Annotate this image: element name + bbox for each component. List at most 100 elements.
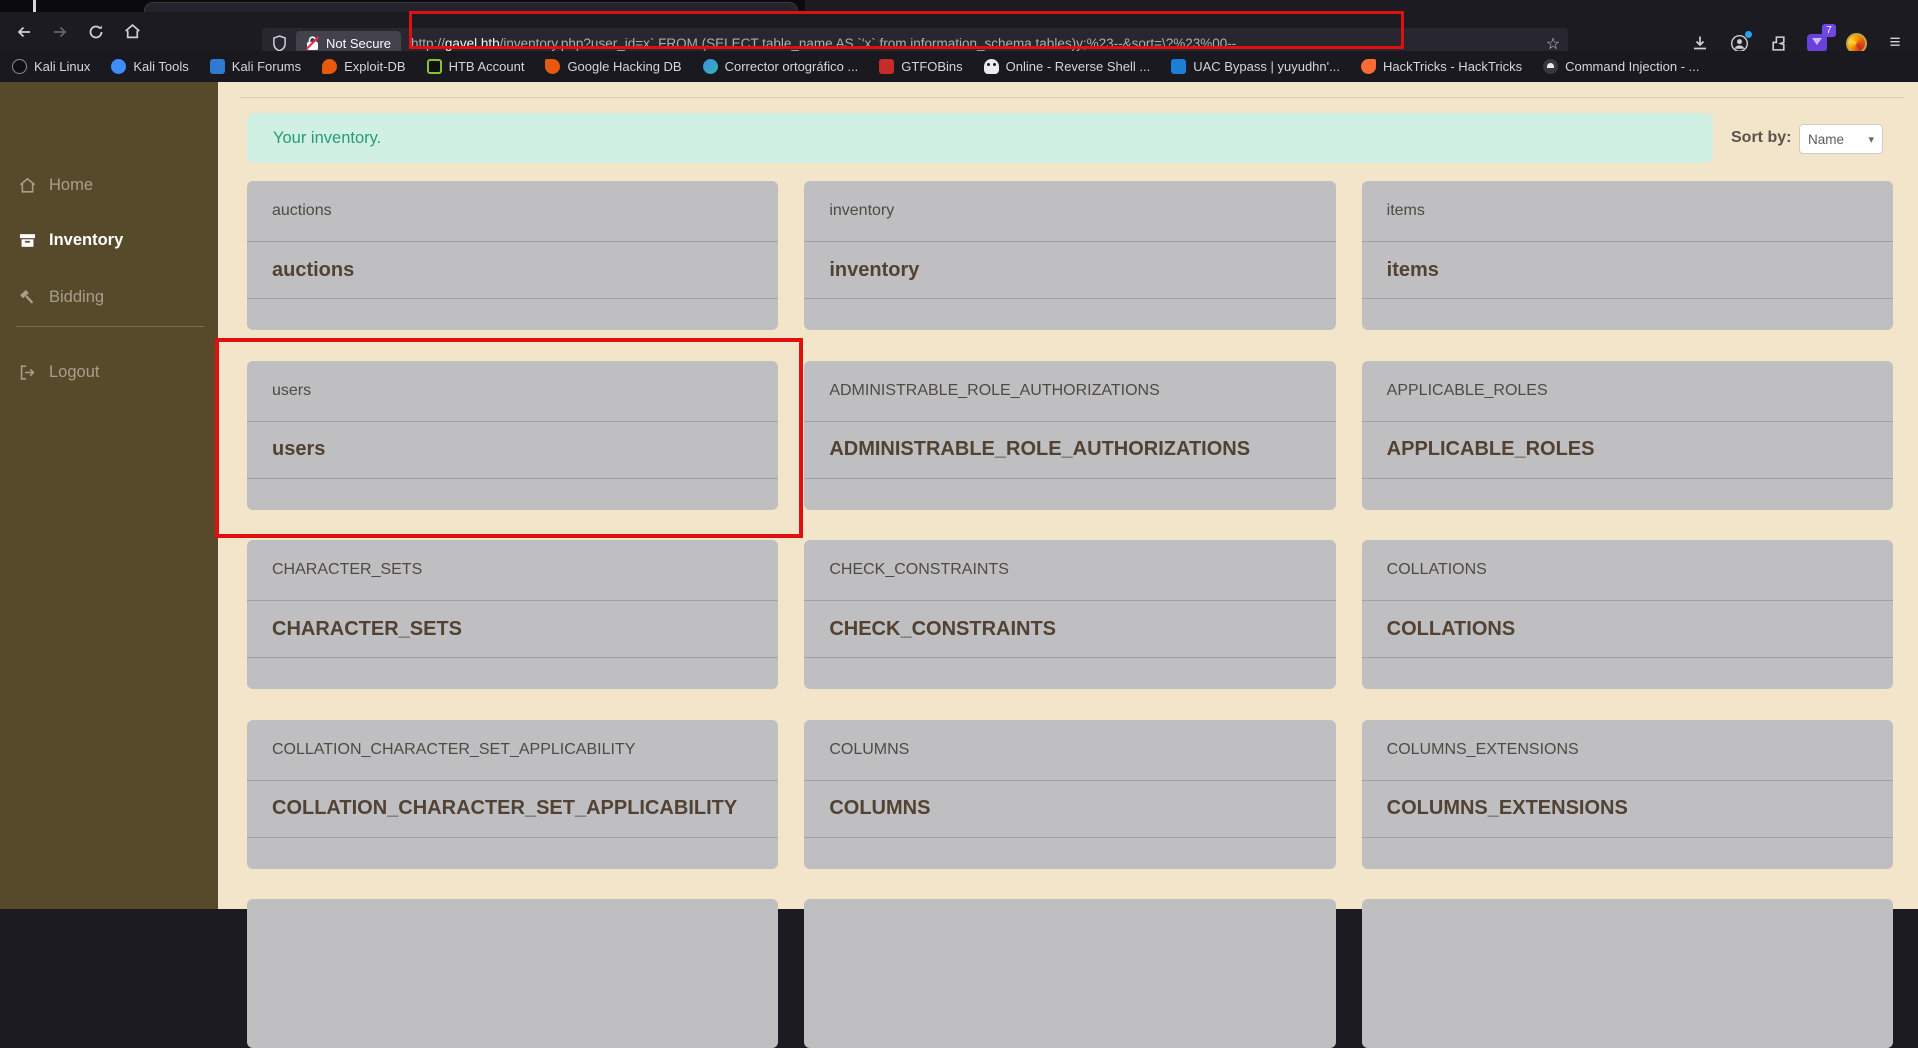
navbar-border [240, 97, 1904, 98]
card-footer [247, 838, 778, 869]
card-title: items [1361, 242, 1893, 299]
card-footer [804, 479, 1335, 510]
languagetool-icon [702, 59, 718, 74]
forward-icon [54, 26, 67, 37]
hacktricks-icon [1360, 59, 1376, 74]
card-title: auctions [247, 242, 779, 299]
bookmark-google-hacking-db[interactable]: Google Hacking DB [545, 59, 682, 74]
card-header-label: COLLATIONS [1361, 540, 1893, 601]
bookmark-htb-account[interactable]: HTB Account [426, 59, 525, 74]
card-title: COLUMNS [804, 781, 1336, 838]
table-card-partial[interactable] [1361, 899, 1893, 1048]
card-title: COLLATIONS [1361, 601, 1893, 658]
table-card-check-constraints[interactable]: CHECK_CONSTRAINTS CHECK_CONSTRAINTS [804, 540, 1336, 689]
card-footer [1362, 838, 1893, 869]
bookmark-command-injection[interactable]: Command Injection - ... [1543, 59, 1699, 74]
star-icon: ☆ [1545, 35, 1561, 53]
table-card-administrable-role-authorizations[interactable]: ADMINISTRABLE_ROLE_AUTHORIZATIONS ADMINI… [804, 360, 1336, 510]
sidebar-item-label: Inventory [49, 231, 124, 249]
bookmark-label: Google Hacking DB [567, 59, 682, 74]
card-title: COLUMNS_EXTENSIONS [1361, 781, 1893, 838]
card-header-label: COLUMNS_EXTENSIONS [1361, 720, 1893, 781]
card-header-label: COLLATION_CHARACTER_SET_APPLICABILITY [247, 720, 779, 781]
sidebar-item-logout[interactable]: Logout [18, 363, 99, 382]
inventory-box-icon [19, 234, 36, 247]
table-card-auctions[interactable]: auctions auctions [247, 181, 779, 330]
bookmark-reverse-shell[interactable]: Online - Reverse Shell ... [983, 59, 1151, 74]
chevron-down-icon: ▾ [1868, 133, 1874, 146]
card-title: APPLICABLE_ROLES [1361, 422, 1893, 479]
kali-linux-icon [12, 59, 27, 74]
card-title: COLLATION_CHARACTER_SET_APPLICABILITY [247, 781, 779, 838]
google-hacking-db-icon [545, 59, 561, 74]
uac-bypass-icon [1171, 59, 1187, 74]
bookmark-label: GTFOBins [901, 59, 963, 74]
bookmark-kali-tools[interactable]: Kali Tools [111, 59, 189, 74]
bookmark-label: Command Injection - ... [1565, 59, 1700, 74]
bookmark-label: HackTricks - HackTricks [1382, 59, 1523, 74]
table-card-items[interactable]: items items [1361, 181, 1893, 330]
home-button[interactable] [116, 17, 148, 47]
table-card-inventory[interactable]: inventory inventory [804, 181, 1336, 330]
skull-icon [1543, 59, 1559, 74]
sidebar-item-label: Bidding [49, 288, 105, 306]
card-header-label: APPLICABLE_ROLES [1361, 361, 1893, 422]
home-icon [124, 24, 140, 39]
card-footer [804, 299, 1335, 330]
table-card-columns[interactable]: COLUMNS COLUMNS [804, 719, 1336, 869]
htb-cube-icon [426, 59, 442, 74]
bookmark-exploit-db[interactable]: Exploit-DB [322, 59, 406, 74]
sidebar-divider [16, 326, 204, 327]
table-card-columns-extensions[interactable]: COLUMNS_EXTENSIONS COLUMNS_EXTENSIONS [1361, 719, 1893, 869]
inventory-alert: Your inventory. [247, 113, 1713, 163]
kali-tools-icon [111, 59, 127, 74]
sidebar-item-label: Logout [49, 363, 100, 381]
bookmark-kali-linux[interactable]: Kali Linux [12, 59, 90, 74]
exploit-db-icon [322, 59, 338, 74]
bookmark-label: Corrector ortográfico ... [724, 59, 859, 74]
bookmark-label: Exploit-DB [344, 59, 406, 74]
table-card-character-sets[interactable]: CHARACTER_SETS CHARACTER_SETS [247, 540, 779, 689]
table-card-partial[interactable] [247, 899, 779, 1048]
bookmark-hacktricks[interactable]: HackTricks - HackTricks [1360, 59, 1523, 74]
bookmark-gtfobins[interactable]: GTFOBins [879, 59, 963, 74]
bookmark-label: Kali Forums [231, 59, 302, 74]
sidebar-item-bidding[interactable]: Bidding [18, 288, 104, 307]
kali-forums-icon [209, 59, 225, 74]
table-card-collation-character-set-applicability[interactable]: COLLATION_CHARACTER_SET_APPLICABILITY CO… [247, 719, 779, 869]
table-card-partial[interactable] [804, 899, 1336, 1048]
card-footer [1362, 299, 1893, 330]
bookmark-kali-forums[interactable]: Kali Forums [209, 59, 302, 74]
account-notification-dot [1745, 31, 1752, 38]
back-button[interactable] [8, 17, 40, 47]
home-nav-icon [19, 177, 36, 193]
tab-edge-sliver [33, 0, 36, 12]
alert-text: Your inventory. [273, 129, 382, 147]
download-icon [1694, 36, 1706, 50]
bookmark-label: Online - Reverse Shell ... [1005, 59, 1151, 74]
card-title: CHARACTER_SETS [247, 601, 779, 658]
nav-button-group [8, 17, 148, 47]
card-header-label: ADMINISTRABLE_ROLE_AUTHORIZATIONS [804, 361, 1336, 422]
sidebar-item-inventory[interactable]: Inventory [18, 231, 123, 250]
users-card-annotation-box [215, 338, 803, 538]
bookmark-label: HTB Account [448, 59, 525, 74]
table-cards-grid: auctions auctions inventory inventory it… [247, 181, 1893, 1048]
table-card-applicable-roles[interactable]: APPLICABLE_ROLES APPLICABLE_ROLES [1361, 360, 1893, 510]
forward-button[interactable] [44, 17, 76, 47]
card-footer [247, 658, 778, 689]
bookmark-label: UAC Bypass | yuyudhn'... [1193, 59, 1340, 74]
bookmark-corrector[interactable]: Corrector ortográfico ... [702, 59, 859, 74]
shield-icon [272, 35, 286, 52]
tracking-protection-button[interactable] [262, 35, 296, 52]
bookmark-label: Kali Tools [133, 59, 189, 74]
sort-by-label: Sort by: [1731, 129, 1792, 146]
reload-button[interactable] [80, 17, 112, 47]
back-icon [17, 26, 30, 37]
broken-lock-icon [305, 36, 320, 51]
bookmark-uac-bypass[interactable]: UAC Bypass | yuyudhn'... [1171, 59, 1340, 74]
sort-select[interactable]: Name ▾ [1799, 124, 1883, 154]
sidebar-item-home[interactable]: Home [18, 176, 93, 195]
table-card-collations[interactable]: COLLATIONS COLLATIONS [1361, 540, 1893, 689]
card-footer [1362, 479, 1893, 510]
